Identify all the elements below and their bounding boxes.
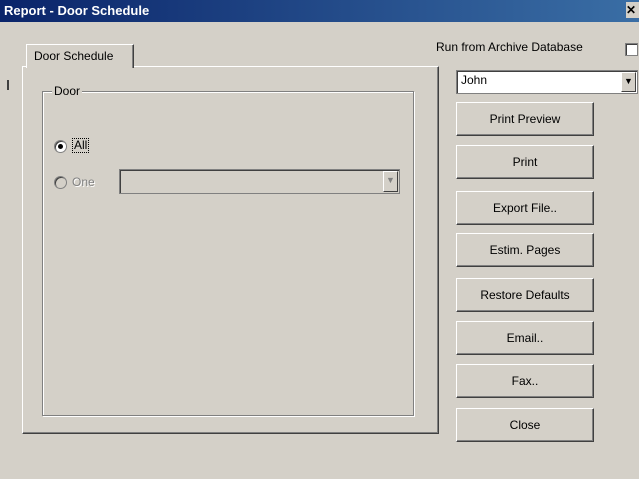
user-select[interactable]: John ▼ <box>456 70 638 94</box>
print-preview-label: Print Preview <box>489 112 561 126</box>
restore-defaults-label: Restore Defaults <box>480 288 570 302</box>
close-icon[interactable]: ✕ <box>626 2 639 18</box>
print-preview-button[interactable]: Print Preview <box>456 102 594 136</box>
archive-label: Run from Archive Database <box>436 40 583 54</box>
door-groupbox <box>42 91 414 416</box>
email-label: Email.. <box>506 331 544 345</box>
door-group-label: Door <box>52 84 83 98</box>
chevron-down-icon[interactable]: ▼ <box>383 171 398 192</box>
radio-one-label: One <box>72 175 95 189</box>
chevron-down-icon[interactable]: ▼ <box>621 72 636 92</box>
tab-door-schedule[interactable]: Door Schedule <box>26 44 134 68</box>
export-file-label: Export File.. <box>492 201 558 215</box>
tab-label: Door Schedule <box>34 49 114 63</box>
close-label: Close <box>509 418 541 432</box>
close-button[interactable]: Close <box>456 408 594 442</box>
radio-all[interactable] <box>54 140 67 153</box>
print-button[interactable]: Print <box>456 145 594 179</box>
archive-checkbox[interactable] <box>625 43 638 56</box>
print-label: Print <box>512 155 538 169</box>
estim-pages-label: Estim. Pages <box>489 243 561 257</box>
user-select-value: John <box>461 73 488 87</box>
estim-pages-button[interactable]: Estim. Pages <box>456 233 594 267</box>
door-one-select[interactable]: ▼ <box>119 169 400 194</box>
fax-label: Fax.. <box>511 374 539 388</box>
export-file-button[interactable]: Export File.. <box>456 191 594 225</box>
radio-one[interactable] <box>54 176 67 189</box>
title-bar: Report - Door Schedule ✕ <box>0 0 639 22</box>
window-edge-marker <box>7 80 9 90</box>
window-title: Report - Door Schedule <box>4 3 150 18</box>
restore-defaults-button[interactable]: Restore Defaults <box>456 278 594 312</box>
radio-all-label: All <box>72 138 90 153</box>
fax-button[interactable]: Fax.. <box>456 364 594 398</box>
email-button[interactable]: Email.. <box>456 321 594 355</box>
